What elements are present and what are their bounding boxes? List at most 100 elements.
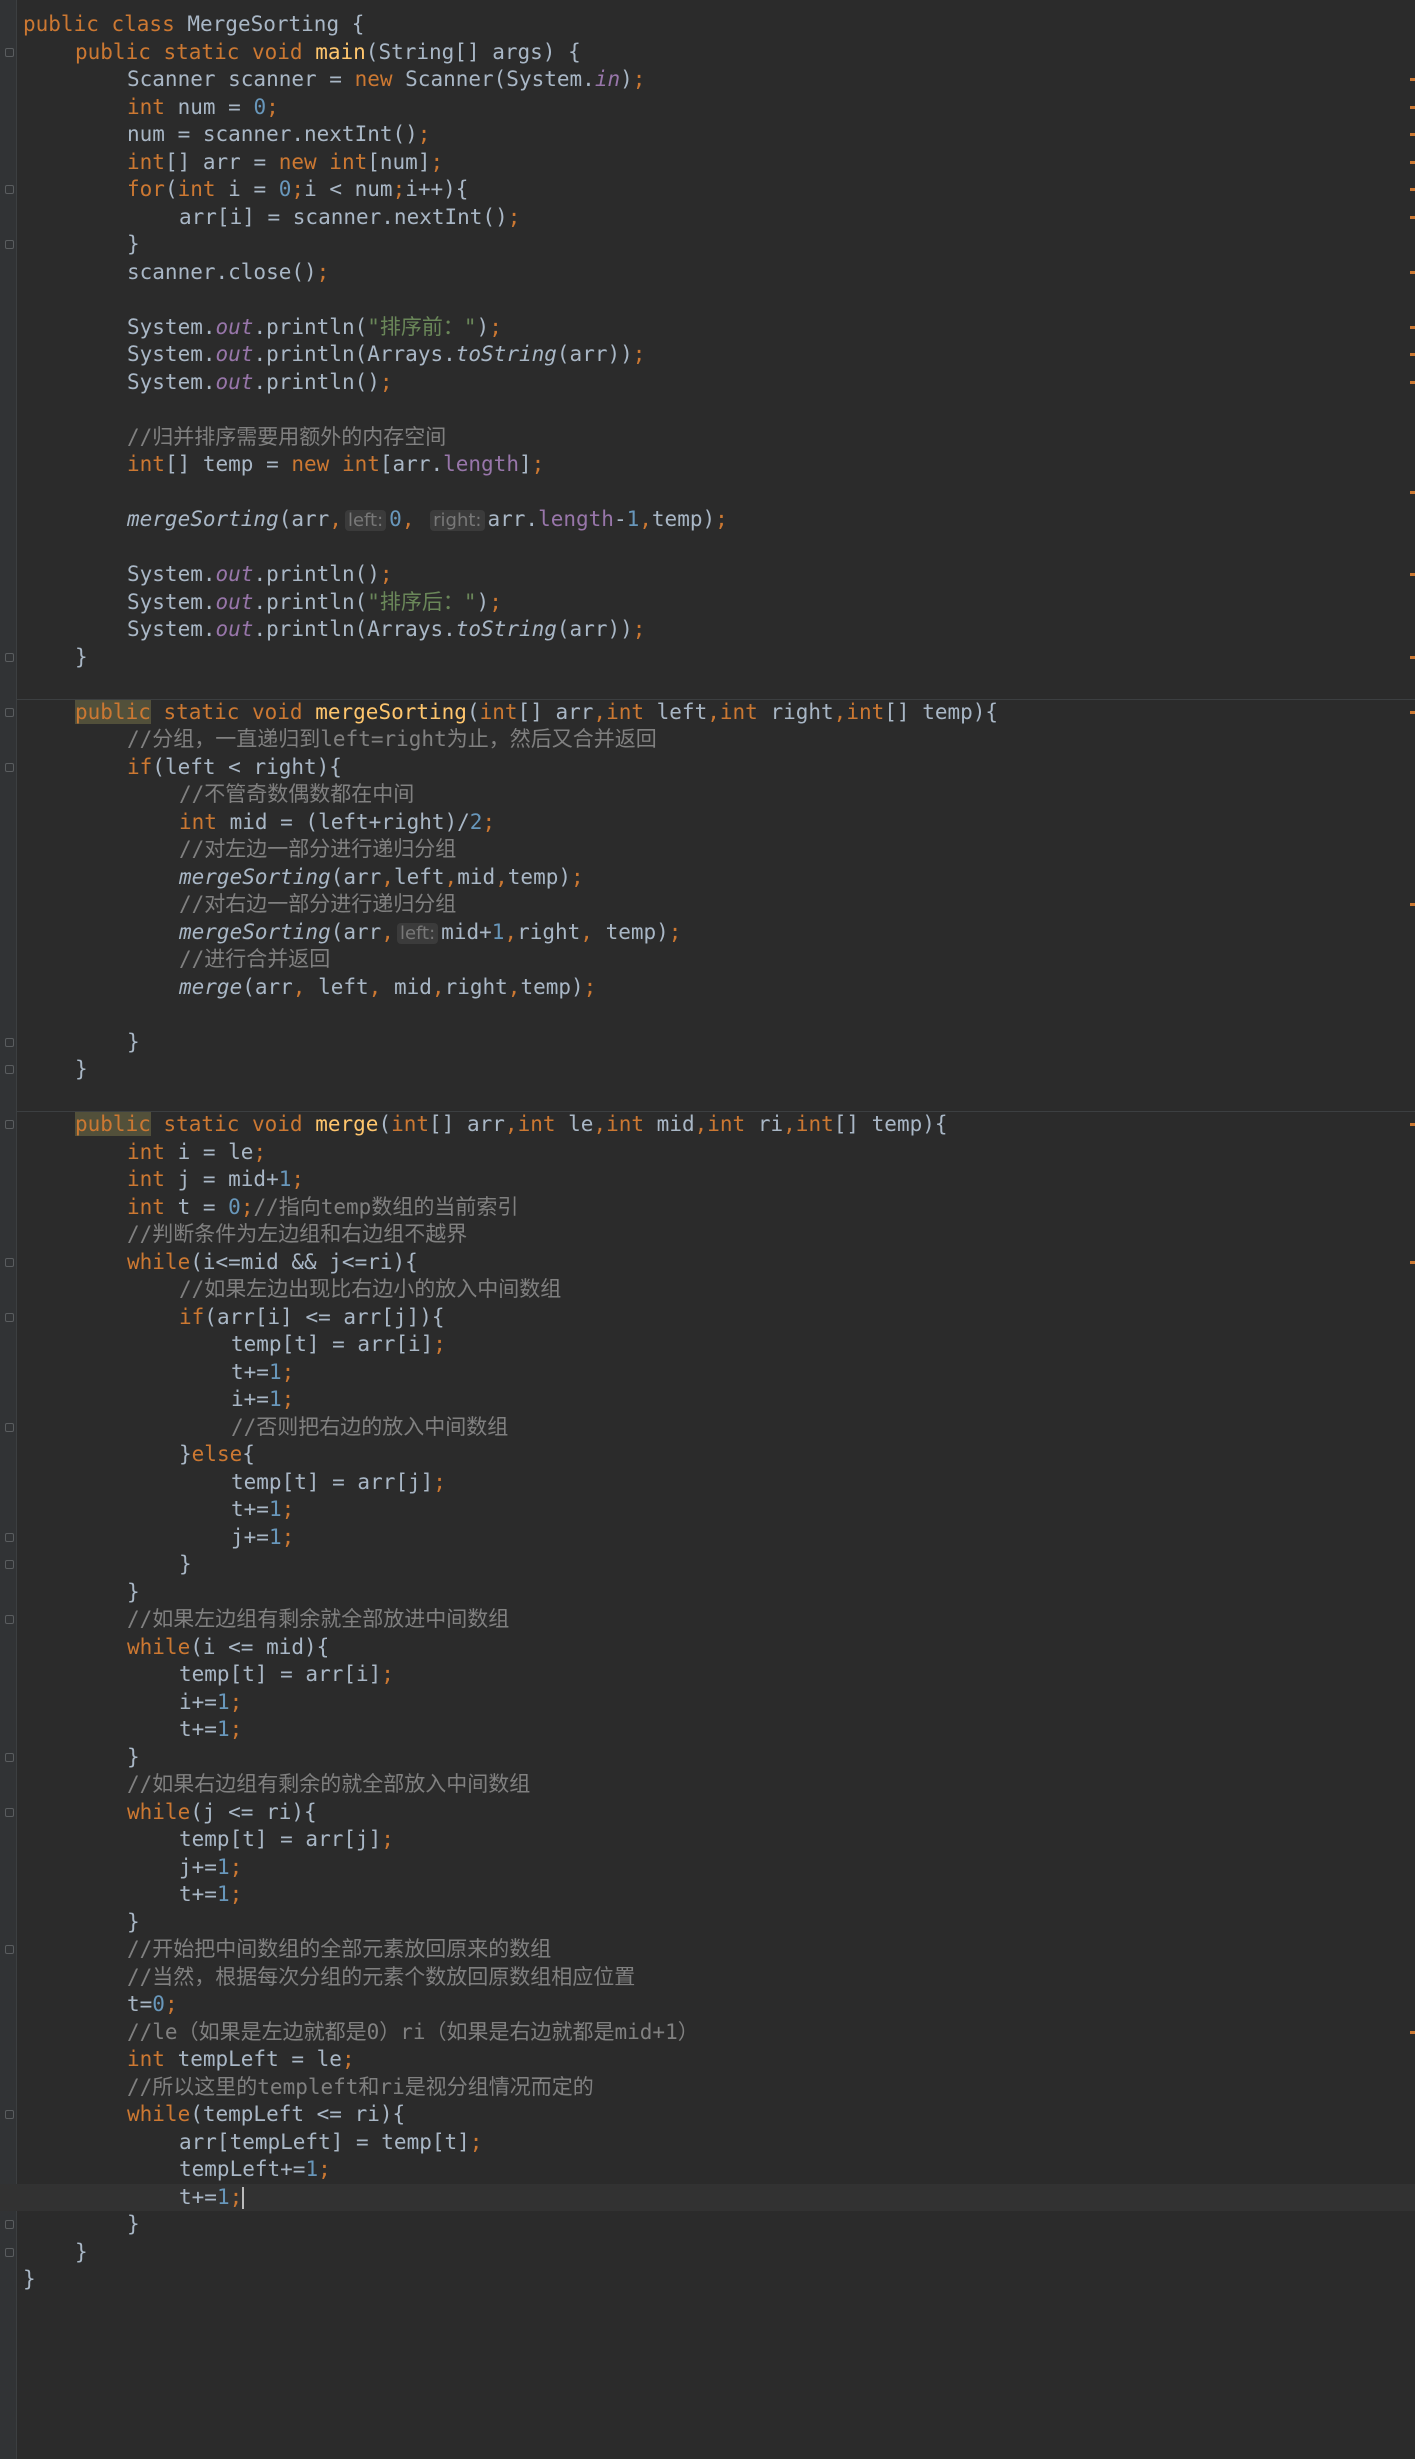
fold-marker-icon[interactable] [5,1752,14,1762]
code-line[interactable]: //开始把中间数组的全部元素放回原来的数组 [0,1936,1415,1964]
code-line[interactable]: public class MergeSorting { [0,11,1415,39]
code-line[interactable]: } [0,231,1415,259]
code-line[interactable]: temp[t] = arr[i]; [0,1661,1415,1689]
code-line[interactable]: //所以这里的templeft和ri是视分组情况而定的 [0,2074,1415,2102]
code-line[interactable]: System.out.println("排序前："); [0,314,1415,342]
code-line[interactable]: temp[t] = arr[j]; [0,1469,1415,1497]
fold-marker-icon[interactable] [5,762,14,772]
code-line[interactable]: if(left < right){ [0,754,1415,782]
code-line[interactable]: int num = 0; [0,94,1415,122]
code-line[interactable]: //分组，一直递归到left=right为止，然后又合并返回 [0,726,1415,754]
code-line[interactable]: int i = le; [0,1139,1415,1167]
code-line[interactable]: while(i <= mid){ [0,1634,1415,1662]
code-line[interactable]: tempLeft+=1; [0,2156,1415,2184]
code-line[interactable]: //如果左边组有剩余就全部放进中间数组 [0,1606,1415,1634]
code-line[interactable]: j+=1; [0,1524,1415,1552]
fold-marker-icon[interactable] [5,1422,14,1432]
code-line[interactable]: temp[t] = arr[i]; [0,1331,1415,1359]
code-line[interactable]: //判断条件为左边组和右边组不越界 [0,1221,1415,1249]
warning-stripe-icon[interactable] [1410,160,1415,164]
code-line[interactable]: t=0; [0,1991,1415,2019]
code-line[interactable]: System.out.println("排序后："); [0,589,1415,617]
warning-stripe-icon[interactable] [1410,188,1415,191]
fold-marker-icon[interactable] [5,1807,14,1817]
code-line[interactable]: } [0,1579,1415,1607]
code-line[interactable]: i+=1; [0,1386,1415,1414]
warning-stripe-icon[interactable] [1410,270,1415,274]
fold-marker-icon[interactable] [5,47,14,57]
warning-stripe-icon[interactable] [1410,78,1415,81]
code-line[interactable]: num = scanner.nextInt(); [0,121,1415,149]
code-line[interactable]: } [0,1744,1415,1772]
code-line[interactable]: int t = 0;//指向temp数组的当前索引 [0,1194,1415,1222]
fold-marker-icon[interactable] [5,185,14,194]
code-line[interactable]: int j = mid+1; [0,1166,1415,1194]
warning-stripe-icon[interactable] [1410,903,1415,906]
code-line[interactable]: }else{ [0,1441,1415,1469]
warning-stripe-icon[interactable] [1410,105,1415,109]
code-line[interactable]: while(j <= ri){ [0,1799,1415,1827]
code-line[interactable] [0,671,1415,699]
code-line[interactable]: merge(arr, left, mid,right,temp); [0,974,1415,1002]
fold-marker-icon[interactable] [5,1945,14,1954]
code-line[interactable]: //le（如果是左边就都是0）ri（如果是右边就都是mid+1） [0,2019,1415,2047]
code-line[interactable]: System.out.println(Arrays.toString(arr))… [0,616,1415,644]
warning-stripe-icon[interactable] [1410,353,1415,356]
code-line[interactable]: } [0,1029,1415,1057]
fold-marker-icon[interactable] [5,652,14,662]
code-line[interactable]: t+=1; [0,1496,1415,1524]
fold-marker-icon[interactable] [5,240,14,249]
code-line[interactable] [0,1001,1415,1029]
code-line[interactable]: System.out.println(Arrays.toString(arr))… [0,341,1415,369]
fold-marker-icon[interactable] [5,1560,14,1569]
code-line[interactable]: mergeSorting(arr, left: mid+1,right, temp)… [0,919,1415,947]
code-line[interactable]: if(arr[i] <= arr[j]){ [0,1304,1415,1332]
code-line[interactable]: } [0,1056,1415,1084]
code-line[interactable]: int mid = (left+right)/2; [0,809,1415,837]
code-line[interactable]: } [0,2239,1415,2267]
warning-stripe-icon[interactable] [1410,1260,1415,1264]
fold-marker-icon[interactable] [5,1120,14,1129]
code-line[interactable]: arr[i] = scanner.nextInt(); [0,204,1415,232]
warning-stripe-icon[interactable] [1410,2030,1415,2034]
code-line[interactable]: } [0,2211,1415,2239]
code-line[interactable]: while(tempLeft <= ri){ [0,2101,1415,2129]
code-line[interactable]: while(i<=mid && j<=ri){ [0,1249,1415,1277]
code-line[interactable] [0,286,1415,314]
code-line[interactable]: int tempLeft = le; [0,2046,1415,2074]
fold-marker-icon[interactable] [5,707,14,717]
fold-marker-icon[interactable] [5,1065,14,1074]
code-line[interactable]: //如果右边组有剩余的就全部放入中间数组 [0,1771,1415,1799]
fold-marker-icon[interactable] [5,2247,14,2257]
fold-marker-icon[interactable] [5,1257,14,1267]
warning-stripe-icon[interactable] [1410,490,1415,494]
code-line[interactable]: //当然，根据每次分组的元素个数放回原数组相应位置 [0,1964,1415,1992]
code-line[interactable]: //对右边一部分进行递归分组 [0,891,1415,919]
code-editor[interactable]: public class MergeSorting {public static… [0,0,1415,2459]
code-line[interactable]: //不管奇数偶数都在中间 [0,781,1415,809]
warning-stripe-icon[interactable] [1410,133,1415,136]
code-line[interactable]: //否则把右边的放入中间数组 [0,1414,1415,1442]
code-line[interactable]: t+=1; [0,2183,1415,2211]
code-line[interactable]: } [0,1909,1415,1937]
fold-marker-icon[interactable] [5,1615,14,1624]
code-line[interactable]: int[] arr = new int[num]; [0,149,1415,177]
code-line[interactable]: mergeSorting(arr,left,mid,temp); [0,864,1415,892]
code-line[interactable]: mergeSorting(arr, left: 0, right: arr.lengt… [0,506,1415,534]
code-line[interactable]: //如果左边出现比右边小的放入中间数组 [0,1276,1415,1304]
code-line[interactable]: System.out.println(); [0,369,1415,397]
code-line[interactable] [0,396,1415,424]
code-line[interactable]: arr[tempLeft] = temp[t]; [0,2129,1415,2157]
warning-stripe-icon[interactable] [1410,573,1415,576]
code-line[interactable]: public static void main(String[] args) { [0,39,1415,67]
code-line[interactable]: } [0,644,1415,672]
code-line[interactable]: t+=1; [0,1881,1415,1909]
code-line[interactable]: System.out.println(); [0,561,1415,589]
warning-stripe-icon[interactable] [1410,1123,1415,1126]
code-line[interactable] [0,1084,1415,1112]
code-line[interactable]: } [0,1551,1415,1579]
code-line[interactable]: public static void merge(int[] arr,int l… [0,1111,1415,1139]
warning-stripe-icon[interactable] [1410,215,1415,219]
code-line[interactable]: t+=1; [0,1359,1415,1387]
code-line[interactable]: j+=1; [0,1854,1415,1882]
